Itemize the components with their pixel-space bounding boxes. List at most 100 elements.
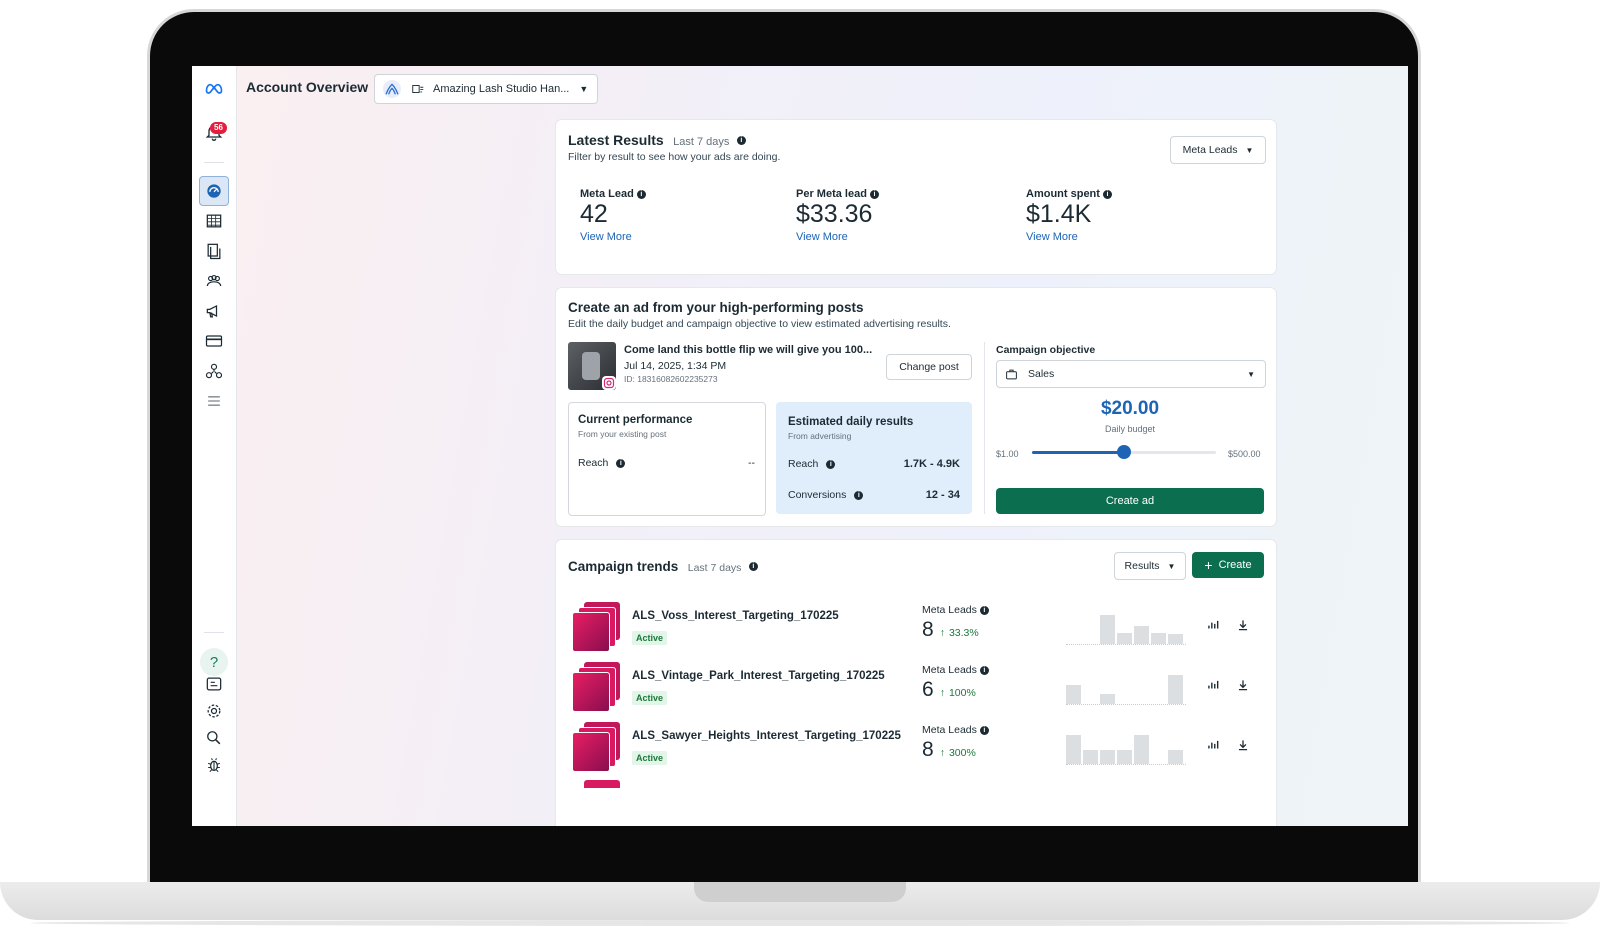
conversions-value: 12 - 34: [925, 489, 960, 501]
info-icon[interactable]: i: [736, 136, 746, 146]
page-title: Account Overview: [246, 79, 369, 95]
metric-amount-spent: Amount spent i $1.4K View More: [1026, 188, 1112, 243]
conversions-label: Conversions: [788, 489, 847, 501]
audiences-icon[interactable]: [202, 269, 226, 293]
status-row: Active: [632, 748, 668, 766]
sparkline-bar: [1100, 615, 1115, 644]
view-more-link[interactable]: View More: [580, 231, 646, 243]
sparkline-bar: [1100, 750, 1115, 764]
trend-up-icon: ↑: [939, 747, 945, 759]
results-dropdown[interactable]: Results ▼: [1114, 552, 1186, 580]
campaign-name[interactable]: ALS_Sawyer_Heights_Interest_Targeting_17…: [632, 730, 901, 742]
billing-icon[interactable]: [202, 329, 226, 353]
meta-leads-filter[interactable]: Meta Leads ▼: [1170, 136, 1266, 164]
info-icon[interactable]: i: [979, 725, 989, 735]
reach-value: --: [748, 457, 755, 469]
metric-label: Meta Leads: [922, 604, 977, 616]
metric-per-meta-lead: Per Meta lead i $33.36 View More: [796, 188, 879, 243]
info-icon[interactable]: i: [636, 189, 646, 199]
campaign-trends-title: Campaign trends: [568, 559, 679, 574]
download-icon[interactable]: [1236, 678, 1250, 697]
estimated-daily-panel: Estimated daily results From advertising…: [776, 402, 972, 514]
status-row: Active: [632, 688, 668, 706]
campaign-objective-select[interactable]: Sales ▼: [996, 360, 1266, 388]
latest-results-subtitle: Filter by result to see how your ads are…: [568, 151, 781, 163]
briefcase-icon: [1005, 368, 1018, 381]
meta-logo-icon[interactable]: [202, 76, 226, 100]
budget-slider-handle[interactable]: [1117, 445, 1131, 459]
account-selector[interactable]: Amazing Lash Studio Han... ▼: [374, 74, 598, 104]
campaign-name[interactable]: ALS_Voss_Interest_Targeting_170225: [632, 610, 839, 622]
bug-icon[interactable]: [202, 753, 226, 777]
current-performance-subtitle: From your existing post: [578, 429, 667, 439]
sparkline-bar: [1066, 735, 1081, 764]
budget-min: $1.00: [996, 449, 1019, 459]
metric-value-row: 6 ↑ 100%: [922, 678, 976, 702]
metric-label: Meta Leads: [922, 664, 977, 676]
budget-slider[interactable]: [1032, 445, 1216, 459]
metric-value: 8: [922, 618, 934, 641]
campaign-row[interactable]: ALS_Sawyer_Heights_Interest_Targeting_17…: [556, 718, 1276, 774]
search-icon[interactable]: [202, 726, 226, 750]
create-ad-subtitle: Edit the daily budget and campaign objec…: [568, 318, 951, 330]
dashboard-icon[interactable]: [199, 176, 229, 206]
metric-value-row: 8 ↑ 300%: [922, 738, 976, 762]
caret-down-icon: ▼: [1245, 145, 1254, 155]
menu-icon[interactable]: [202, 389, 226, 413]
megaphone-icon[interactable]: [202, 299, 226, 323]
info-icon[interactable]: i: [1102, 189, 1112, 199]
bar-chart-icon[interactable]: [1206, 618, 1220, 637]
budget-max: $500.00: [1228, 449, 1261, 459]
info-icon[interactable]: i: [979, 665, 989, 675]
view-more-link[interactable]: View More: [1026, 231, 1112, 243]
change-post-button[interactable]: Change post: [886, 354, 972, 380]
create-campaign-button[interactable]: + Create: [1192, 552, 1264, 578]
create-ad-button[interactable]: Create ad: [996, 488, 1264, 514]
pages-icon[interactable]: [202, 239, 226, 263]
sparkline: [1066, 612, 1186, 645]
campaign-row[interactable]: ALS_Vintage_Park_Interest_Targeting_1702…: [556, 658, 1276, 714]
info-icon[interactable]: i: [854, 490, 864, 500]
sparkline: [1066, 672, 1186, 705]
info-icon[interactable]: i: [869, 189, 879, 199]
latest-results-period: Last 7 days: [673, 136, 730, 148]
view-more-link[interactable]: View More: [796, 231, 879, 243]
reach-label-row: Reach i: [578, 457, 626, 469]
post-date: Jul 14, 2025, 1:34 PM: [624, 360, 727, 372]
table-icon[interactable]: [202, 209, 226, 233]
current-performance-panel: Current performance From your existing p…: [568, 402, 766, 516]
download-icon[interactable]: [1236, 738, 1250, 757]
sparkline-bar: [1168, 634, 1183, 644]
post-caption: Come land this bottle flip we will give …: [624, 344, 873, 356]
sparkline-bar: [1117, 633, 1132, 644]
gear-icon[interactable]: [202, 699, 226, 723]
account-logo-icon: [383, 80, 401, 98]
budget-value: $20.00: [1100, 398, 1160, 419]
sparkline-bar: [1134, 735, 1149, 764]
metric-label: Per Meta lead: [796, 188, 867, 200]
objective-value: Sales: [1028, 368, 1055, 380]
business-icon[interactable]: [202, 359, 226, 383]
id-card-icon[interactable]: [202, 672, 226, 696]
bar-chart-icon[interactable]: [1206, 738, 1220, 757]
bar-chart-icon[interactable]: [1206, 678, 1220, 697]
info-icon[interactable]: i: [826, 459, 836, 469]
info-icon[interactable]: i: [748, 562, 758, 572]
campaign-thumbnail: [572, 602, 620, 652]
plus-icon: +: [1204, 557, 1213, 573]
sparkline: [1066, 732, 1186, 765]
caret-down-icon: ▼: [1247, 369, 1255, 379]
laptop-shadow: [30, 920, 1570, 926]
info-icon[interactable]: i: [979, 605, 989, 615]
metric-value: 8: [922, 738, 934, 761]
info-icon[interactable]: i: [616, 458, 626, 468]
metric-value: 42: [580, 200, 608, 228]
latest-results-card: Latest Results Last 7 days i Filter by r…: [556, 120, 1276, 274]
campaign-trends-card: Campaign trends Last 7 days i Results ▼ …: [556, 540, 1276, 826]
campaign-row[interactable]: ALS_Voss_Interest_Targeting_170225 Active…: [556, 598, 1276, 654]
status-badge: Active: [632, 751, 668, 765]
download-icon[interactable]: [1236, 618, 1250, 637]
sparkline-bar: [1151, 633, 1166, 644]
change-percent: 100%: [948, 687, 976, 699]
campaign-name[interactable]: ALS_Vintage_Park_Interest_Targeting_1702…: [632, 670, 885, 682]
